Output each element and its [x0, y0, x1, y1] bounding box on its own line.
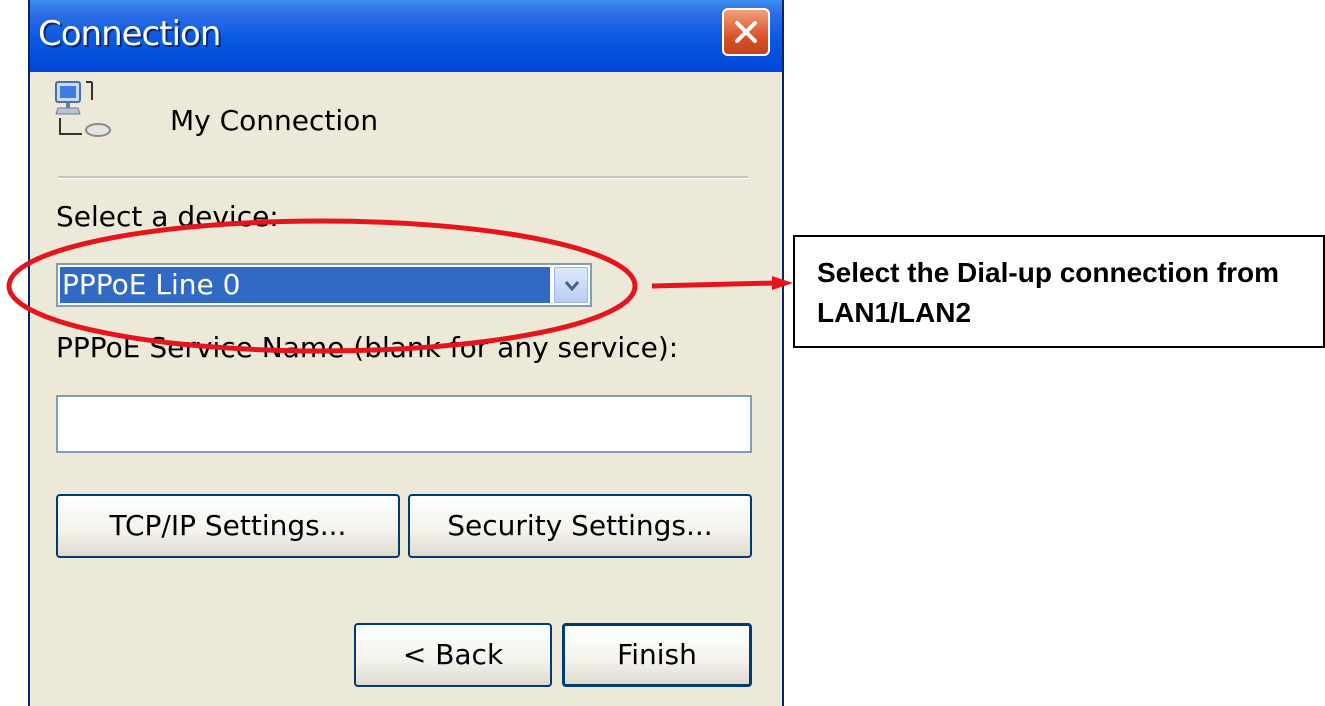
highlight-ellipse: [6, 218, 638, 354]
arrow-icon: [772, 276, 793, 290]
annotation-overlay: [6, 218, 793, 354]
arrow-line: [651, 280, 776, 289]
